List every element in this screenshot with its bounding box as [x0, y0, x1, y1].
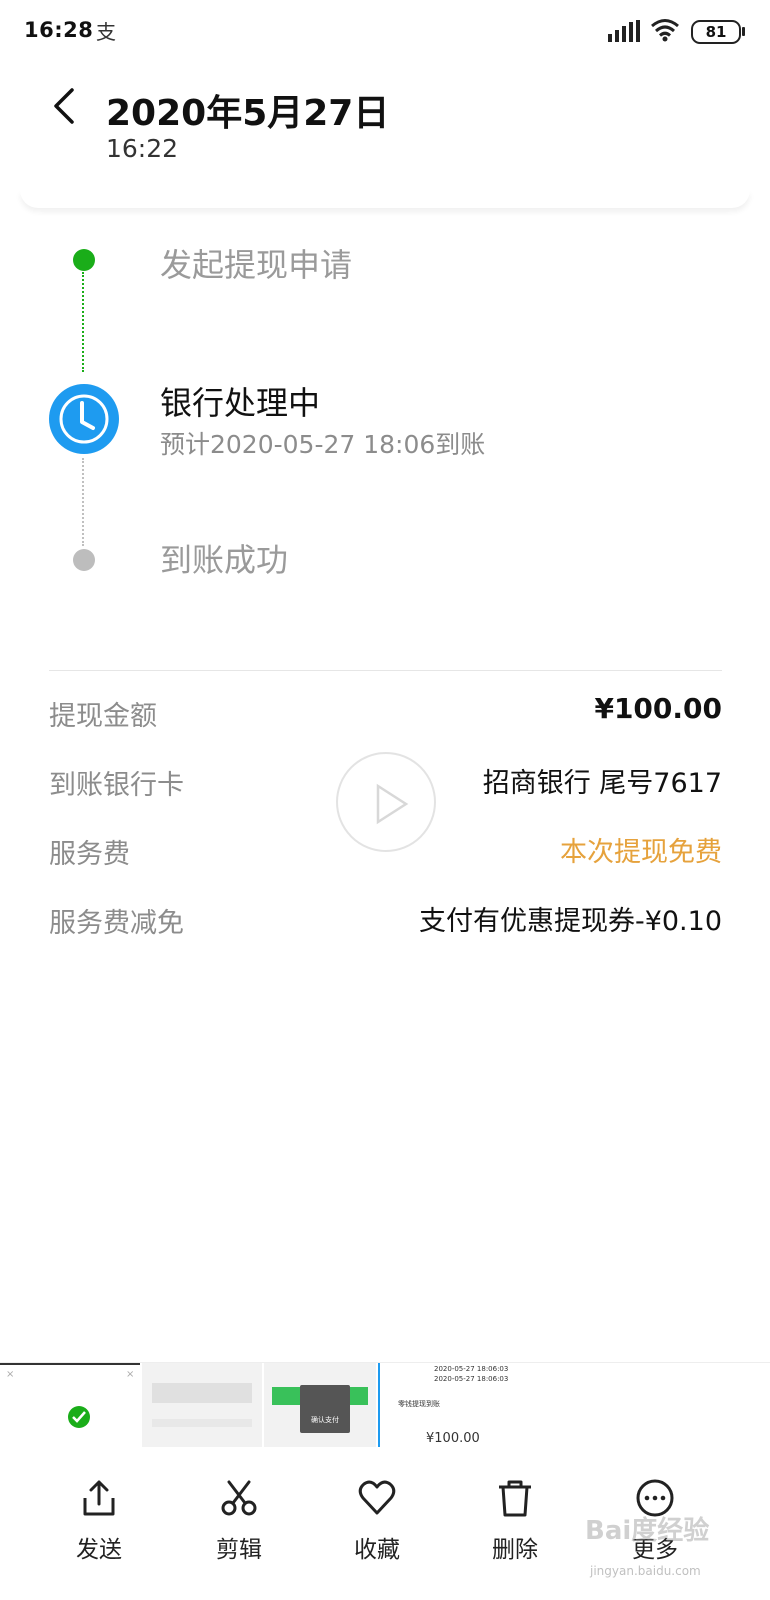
battery-level: 81 — [705, 23, 727, 41]
page-title: 2020年5月27日 — [106, 93, 390, 134]
header: 2020年5月27日 16:22 — [0, 64, 770, 200]
timeline-connector-pending — [82, 458, 84, 546]
send-label: 发送 — [76, 1537, 122, 1563]
heart-icon — [358, 1480, 396, 1515]
delete-button[interactable]: 删除 — [460, 1478, 570, 1578]
clock-icon — [49, 384, 119, 454]
edit-label: 剪辑 — [216, 1537, 262, 1563]
timeline-step-arrived: 到账成功 — [160, 541, 289, 579]
baidu-watermark-url: jingyan.baidu.com — [590, 1564, 701, 1578]
svg-text:×: × — [6, 1369, 14, 1380]
success-check-icon: × × — [6, 1369, 134, 1428]
wifi-icon — [651, 19, 679, 42]
detail-label-amount: 提现金额 — [49, 701, 157, 732]
detail-value-fee-waiver: 支付有优惠提现券-¥0.10 — [418, 906, 722, 937]
detail-label-service-fee: 服务费 — [49, 839, 130, 870]
back-arrow-icon[interactable] — [44, 84, 84, 128]
thumbnail-4[interactable]: 2020-05-27 18:06:03 2020-05-27 18:06:03 … — [378, 1363, 510, 1447]
timeline-step-request: 发起提现申请 — [160, 246, 353, 284]
divider — [49, 670, 722, 671]
trash-icon — [499, 1480, 531, 1517]
detail-label-bank-card: 到账银行卡 — [49, 770, 184, 801]
video-play-button[interactable] — [336, 752, 436, 852]
thumbnail-4-amount: ¥100.00 — [426, 1431, 480, 1446]
scissors-icon — [221, 1480, 257, 1516]
battery-tip — [742, 27, 745, 36]
timeline-connector-done — [82, 272, 84, 372]
send-button[interactable]: 发送 — [44, 1478, 154, 1578]
card-edge — [20, 190, 750, 208]
thumbnail-4-line1: 2020-05-27 18:06:03 — [434, 1365, 509, 1373]
favorite-label: 收藏 — [354, 1537, 400, 1563]
thumbnail-2-line — [152, 1419, 252, 1427]
thumbnail-2-block — [152, 1383, 252, 1403]
play-icon — [376, 783, 409, 825]
svg-text:×: × — [126, 1369, 134, 1380]
favorite-button[interactable]: 收藏 — [322, 1478, 432, 1578]
detail-label-fee-waiver: 服务费减免 — [49, 908, 184, 939]
detail-value-amount: ¥100.00 — [594, 692, 722, 725]
share-icon — [83, 1480, 115, 1516]
thumbnail-3-button-text: 确认支付 — [311, 1416, 339, 1424]
battery-icon: 81 — [691, 20, 741, 44]
detail-value-bank-card: 招商银行 尾号7617 — [482, 768, 722, 799]
thumbnail-1[interactable]: × × — [0, 1363, 140, 1447]
timeline-step-estimate: 预计2020-05-27 18:06到账 — [160, 430, 486, 459]
status-bar: 16:28 支 81 — [0, 0, 770, 64]
page-subtitle-time: 16:22 — [106, 134, 179, 163]
baidu-watermark: Bai度经验 — [585, 1516, 710, 1546]
delete-label: 删除 — [492, 1537, 538, 1563]
timeline-dot-done — [73, 249, 95, 271]
thumbnail-3[interactable]: 确认支付 — [264, 1363, 376, 1447]
thumbnail-3-dialog: 确认支付 — [300, 1385, 350, 1433]
edit-button[interactable]: 剪辑 — [184, 1478, 294, 1578]
thumbnail-4-heading: 零钱提现到账 — [398, 1400, 440, 1408]
thumbnail-2[interactable] — [142, 1363, 262, 1447]
alipay-notification-icon: 支 — [96, 20, 116, 44]
thumbnail-4-line2: 2020-05-27 18:06:03 — [434, 1375, 509, 1383]
timeline-dot-pending — [73, 549, 95, 571]
thumbnail-strip: × × 确认支付 2020-05-27 18:06:03 2020-05-27 … — [0, 1362, 770, 1447]
status-time: 16:28 — [24, 18, 94, 42]
timeline-step-processing: 银行处理中 — [160, 384, 321, 422]
detail-value-service-fee: 本次提现免费 — [560, 837, 722, 868]
signal-icon — [608, 20, 640, 42]
